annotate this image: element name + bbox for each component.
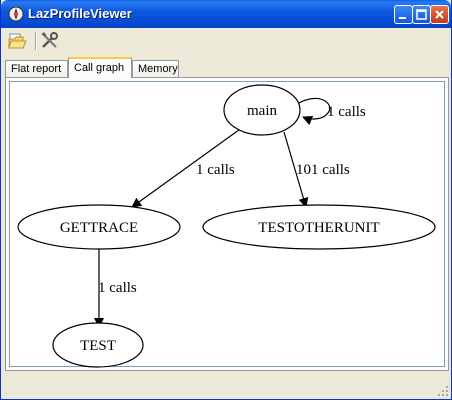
minimize-icon <box>399 17 406 19</box>
status-bar <box>5 373 449 395</box>
node-label-main: main <box>247 103 277 119</box>
call-graph-svg: 1 calls 1 calls 101 calls 1 calls main G… <box>17 84 436 368</box>
tab-flat-report[interactable]: Flat report <box>5 60 68 78</box>
edge-label-main-testotherunit: 101 calls <box>296 162 350 178</box>
resize-grip-icon[interactable] <box>437 385 449 397</box>
node-label-test: TEST <box>80 338 116 354</box>
node-label-testotherunit: TESTOTHERUNIT <box>258 220 379 236</box>
edge-main-main <box>296 97 331 126</box>
edge-label-gettrace-test: 1 calls <box>98 280 137 296</box>
app-window: LazProfileViewer Flat report Call graph … <box>0 0 452 400</box>
app-icon <box>8 6 24 22</box>
tab-bar: Flat report Call graph Memory <box>5 57 445 78</box>
settings-button[interactable] <box>39 30 61 52</box>
tab-call-graph[interactable]: Call graph <box>68 57 132 78</box>
toolbar-separator <box>35 32 37 50</box>
open-button[interactable] <box>7 30 29 52</box>
toolbar <box>5 29 449 53</box>
maximize-icon <box>416 9 427 20</box>
title-bar[interactable]: LazProfileViewer <box>1 0 451 28</box>
maximize-button[interactable] <box>412 5 431 24</box>
open-folder-icon <box>8 33 27 49</box>
node-label-gettrace: GETTRACE <box>60 220 138 236</box>
edge-label-main-gettrace: 1 calls <box>196 162 235 178</box>
tab-panel: 1 calls 1 calls 101 calls 1 calls main G… <box>5 77 449 371</box>
window-title: LazProfileViewer <box>28 6 132 21</box>
call-graph-canvas[interactable]: 1 calls 1 calls 101 calls 1 calls main G… <box>9 81 445 368</box>
minimize-button[interactable] <box>394 5 413 24</box>
close-button[interactable] <box>430 5 449 24</box>
tab-memory[interactable]: Memory <box>132 60 179 78</box>
close-icon <box>435 10 444 19</box>
edge-label-main-main: 1 calls <box>327 104 366 120</box>
tools-icon <box>41 32 58 48</box>
